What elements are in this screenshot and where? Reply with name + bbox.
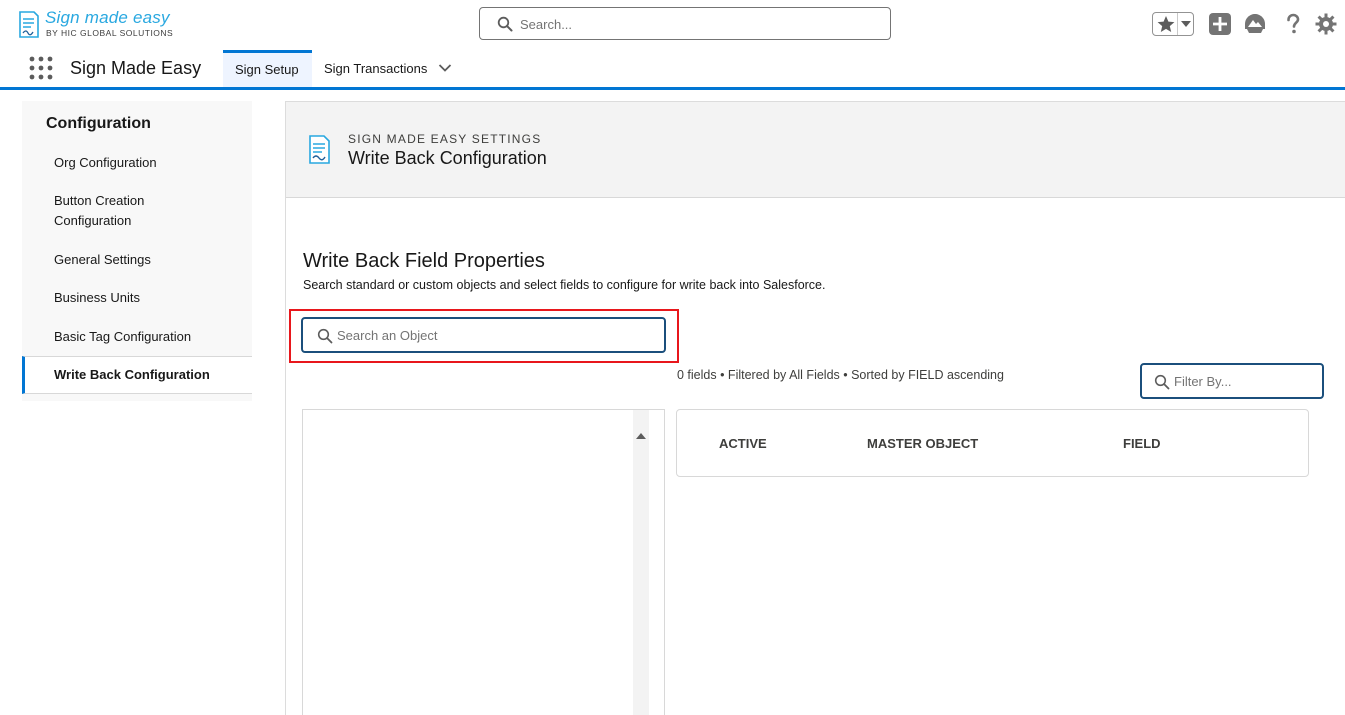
- app-navigation-bar: Sign Made Easy Sign Setup Sign Transacti…: [0, 48, 1345, 90]
- app-name: Sign Made Easy: [70, 58, 202, 78]
- sidebar-item-label: Write Back Configuration: [54, 367, 210, 382]
- tab-label: Sign Setup: [235, 62, 299, 77]
- help-icon[interactable]: [1281, 12, 1305, 36]
- sidebar-item-business-units[interactable]: Business Units: [22, 288, 252, 308]
- sidebar-item-write-back-configuration[interactable]: Write Back Configuration: [22, 356, 252, 394]
- logo-title: Sign made easy: [45, 8, 170, 27]
- app-logo[interactable]: Sign made easy BY HIC GLOBAL SOLUTIONS: [17, 8, 187, 40]
- divider: [1177, 13, 1178, 35]
- sidebar-item-org-configuration[interactable]: Org Configuration: [22, 153, 252, 173]
- sidebar-item-label: Business Units: [54, 290, 140, 305]
- app-launcher-icon[interactable]: [29, 56, 53, 80]
- object-list[interactable]: [302, 409, 665, 715]
- gear-icon[interactable]: [1314, 12, 1338, 36]
- sidebar-item-label: Button Creation Configuration: [54, 193, 145, 228]
- sidebar-item-general-settings[interactable]: General Settings: [22, 250, 252, 270]
- page-eyebrow: SIGN MADE EASY SETTINGS: [348, 132, 542, 146]
- logo-subtitle: BY HIC GLOBAL SOLUTIONS: [46, 28, 174, 38]
- sidebar-title: Configuration: [46, 115, 151, 132]
- page-header: SIGN MADE EASY SETTINGS Write Back Confi…: [286, 102, 1345, 198]
- object-search-input[interactable]: [337, 323, 657, 347]
- global-search-input[interactable]: [520, 12, 860, 36]
- field-table: ACTIVE MASTER OBJECT FIELD: [676, 409, 1309, 477]
- caret-down-icon[interactable]: [1180, 19, 1192, 29]
- star-icon[interactable]: [1155, 14, 1177, 34]
- search-icon: [1154, 374, 1170, 390]
- tab-sign-setup[interactable]: Sign Setup: [223, 50, 312, 87]
- sidebar-item-button-creation-configuration[interactable]: Button Creation Configuration: [22, 191, 182, 231]
- trailhead-icon[interactable]: [1243, 12, 1267, 36]
- scrollbar[interactable]: [633, 410, 649, 715]
- configuration-sidebar: Configuration Org Configuration Button C…: [22, 101, 252, 401]
- search-icon: [317, 328, 333, 344]
- document-icon: [19, 11, 39, 38]
- page-title: Write Back Configuration: [348, 148, 547, 168]
- list-meta-text: 0 fields • Filtered by All Fields • Sort…: [677, 368, 1004, 382]
- filter-search[interactable]: [1140, 363, 1324, 399]
- main-panel: SIGN MADE EASY SETTINGS Write Back Confi…: [285, 101, 1345, 715]
- chevron-down-icon[interactable]: [438, 63, 452, 73]
- column-header-active[interactable]: ACTIVE: [719, 436, 767, 451]
- filter-input[interactable]: [1174, 369, 1314, 393]
- tab-sign-transactions[interactable]: Sign Transactions: [312, 50, 462, 87]
- scroll-up-icon[interactable]: [636, 432, 646, 440]
- add-icon[interactable]: [1208, 12, 1232, 36]
- search-icon: [497, 16, 513, 32]
- sidebar-item-label: General Settings: [54, 252, 151, 267]
- sidebar-item-label: Basic Tag Configuration: [54, 329, 192, 344]
- section-description: Search standard or custom objects and se…: [303, 278, 826, 292]
- object-search[interactable]: [301, 317, 666, 353]
- global-header: Sign made easy BY HIC GLOBAL SOLUTIONS: [0, 0, 1345, 48]
- sidebar-item-label: Org Configuration: [54, 155, 157, 170]
- favorites-button-group[interactable]: [1152, 12, 1194, 36]
- tab-label: Sign Transactions: [324, 61, 428, 76]
- document-icon: [309, 135, 330, 164]
- column-header-field[interactable]: FIELD: [1123, 436, 1161, 451]
- global-search[interactable]: [479, 7, 891, 40]
- section-title: Write Back Field Properties: [303, 250, 545, 272]
- sidebar-item-basic-tag-configuration[interactable]: Basic Tag Configuration: [22, 327, 252, 347]
- column-header-master-object[interactable]: MASTER OBJECT: [867, 436, 978, 451]
